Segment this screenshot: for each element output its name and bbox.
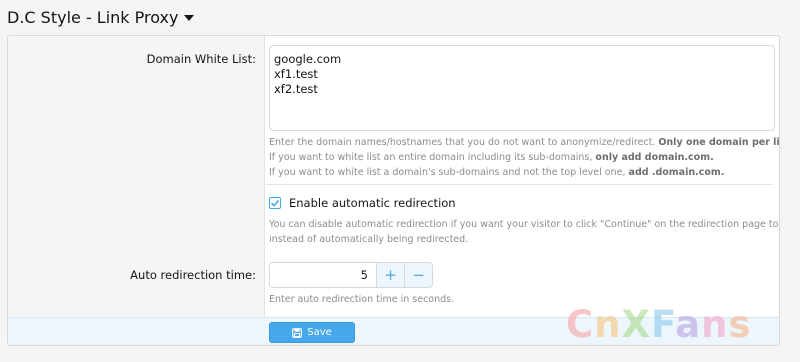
domain-hint-1: Enter the domain names/hostnames that yo… bbox=[269, 137, 780, 148]
domain-white-list-textarea[interactable]: google.com xf1.test xf2.test bbox=[269, 45, 775, 131]
textarea-line: xf2.test bbox=[274, 82, 318, 96]
decrement-button[interactable]: − bbox=[404, 263, 432, 287]
increment-button[interactable]: + bbox=[376, 263, 404, 287]
page-title: D.C Style - Link Proxy bbox=[7, 7, 179, 27]
page-header: D.C Style - Link Proxy bbox=[7, 6, 195, 28]
enable-auto-redirect-label[interactable]: Enable automatic redirection bbox=[289, 196, 456, 210]
save-button[interactable]: Save bbox=[269, 322, 355, 343]
caret-down-icon[interactable] bbox=[184, 15, 195, 21]
save-label: Save bbox=[307, 327, 332, 338]
textarea-line: xf1.test bbox=[274, 67, 318, 81]
divider bbox=[266, 184, 773, 185]
check-icon bbox=[270, 199, 280, 207]
save-icon bbox=[292, 327, 303, 338]
domain-white-list-label: Domain White List: bbox=[146, 52, 256, 66]
auto-redirect-hint-1: You can disable automatic redirection if… bbox=[269, 219, 779, 230]
textarea-line: google.com bbox=[274, 52, 342, 66]
auto-redirection-time-label: Auto redirection time: bbox=[130, 268, 256, 282]
domain-hint-3: If you want to white list a domain's sub… bbox=[269, 167, 725, 178]
enable-auto-redirect-checkbox[interactable] bbox=[269, 197, 281, 209]
watermark-logo: CnXFans bbox=[566, 303, 752, 346]
domain-hint-2: If you want to white list an entire doma… bbox=[269, 152, 714, 163]
enable-auto-redirect-option[interactable]: Enable automatic redirection bbox=[269, 196, 456, 210]
auto-redirection-time-input[interactable]: 5 bbox=[270, 263, 376, 287]
auto-redirection-time-hint: Enter auto redirection time in seconds. bbox=[269, 294, 455, 305]
auto-redirection-time-stepper: 5 + − bbox=[269, 262, 433, 288]
auto-redirect-hint-2: instead of automatically being redirecte… bbox=[269, 234, 469, 245]
label-column: Domain White List: Auto redirection time… bbox=[8, 36, 265, 317]
options-form: Domain White List: Auto redirection time… bbox=[7, 35, 780, 346]
